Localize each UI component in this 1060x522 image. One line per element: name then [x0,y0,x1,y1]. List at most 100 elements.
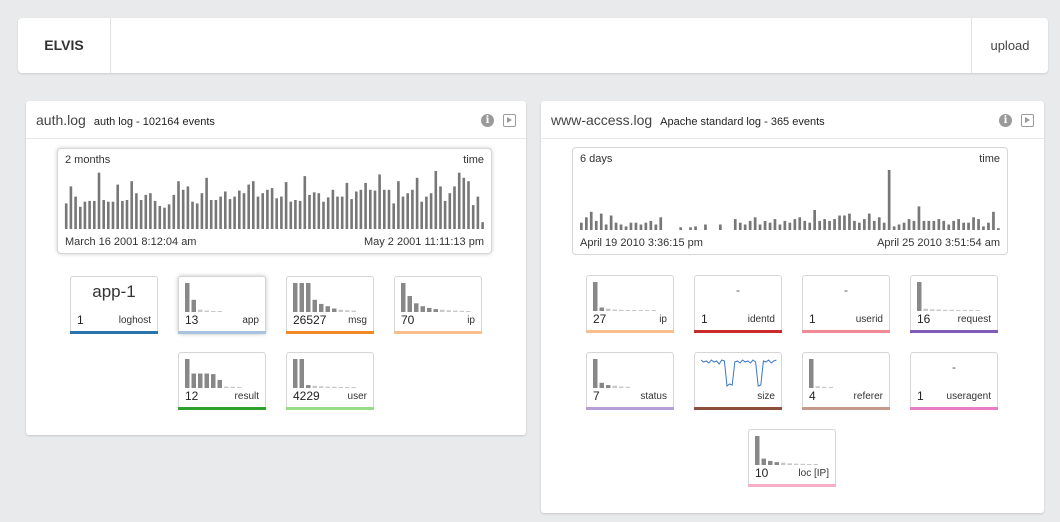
timeline-bar [992,211,995,230]
timeline-bar [373,190,377,229]
field-bar [936,309,941,311]
timeline-range-label: 6 days [580,153,613,165]
field-bar [319,386,324,388]
timeline-bar [853,220,856,230]
field-card-ip[interactable]: 27 ip [586,275,674,333]
field-color-bar [286,407,374,410]
field-histogram [401,283,471,312]
timeline-bar [644,222,648,230]
field-name: request [957,314,991,325]
timeline-bar [471,205,475,229]
play-icon[interactable] [1021,114,1034,128]
timeline-bar [719,224,722,230]
field-card-msg[interactable]: 26527 msg [286,276,374,334]
timeline-bar [997,228,1000,230]
field-card-status[interactable]: 7 status [586,352,674,410]
field-distinct-count: 12 [185,389,199,403]
field-distinct-count: 1 [917,389,924,403]
field-card-useragent[interactable]: - 1 useragent [910,352,998,410]
field-card-userid[interactable]: - 1 userid [802,275,890,333]
field-bar [204,373,209,388]
timeline-bar [867,213,871,230]
timeline-bar [303,176,307,229]
app-title[interactable]: ELVIS [18,18,111,73]
field-color-bar [178,407,266,410]
info-icon[interactable]: i [481,114,494,128]
field-bar [923,308,928,311]
size-sparkline [701,359,777,387]
timeline-bar [242,193,246,229]
timeline-bar [453,186,456,229]
field-name: identd [747,314,775,325]
field-bar [975,310,980,311]
field-bar [593,359,598,388]
timeline-bar [604,224,608,230]
field-distinct-count: 7 [593,389,600,403]
timeline-bar [135,193,138,229]
timeline-bar [107,201,110,229]
field-card-ip[interactable]: 70 ip [394,276,482,334]
field-card-referer[interactable]: 4 referer [802,352,890,410]
field-card-loghost[interactable]: app-1 1 loghost [70,276,158,334]
field-card-result[interactable]: 12 result [178,352,266,410]
timeline-bar [798,217,802,230]
timeline-bar [942,220,946,230]
field-bar [293,359,298,388]
field-color-bar [802,407,890,410]
field-bar [930,309,935,311]
field-bar [446,310,451,312]
timeline-bar [917,206,921,230]
timeline-bar [654,224,658,230]
field-color-bar [694,407,782,410]
timeline-bar [434,171,438,229]
field-bar [800,463,805,465]
timeline-bar [345,182,349,229]
field-bar [969,310,974,311]
timeline-bar [289,201,293,229]
timeline-bar [425,196,428,229]
field-bar [306,283,311,312]
field-histogram [185,283,222,312]
field-card-request[interactable]: 16 request [910,275,998,333]
field-card-identd[interactable]: - 1 identd [694,275,782,333]
timeline-bar [793,219,797,230]
timeline-bar [411,189,414,229]
field-bar [211,374,216,388]
timeline-bar [589,211,593,230]
log-name: auth.log [36,112,86,128]
timeline[interactable]: 6 days time April 19 2010 3:36:15 pm Apr… [572,147,1008,255]
timeline[interactable]: 2 months time March 16 2001 8:12:04 am M… [57,148,492,254]
timeline-bar [219,196,222,229]
timeline-bar [102,200,105,229]
field-bar [332,386,337,388]
timeline-bar [331,189,335,229]
field-card-app[interactable]: 13 app [178,276,266,334]
timeline-bar [783,220,787,230]
field-card-loc-ip[interactable]: 10 loc [IP] [748,429,836,487]
field-bar [466,311,471,312]
play-icon[interactable] [503,114,516,128]
timeline-bar [153,200,157,229]
timeline-bar [982,226,985,230]
timeline-bar [116,184,119,229]
field-card-user[interactable]: 4229 user [286,352,374,410]
field-bar [813,464,818,465]
timeline-histogram [64,171,484,229]
timeline-bar [233,196,236,229]
field-bar [217,311,222,312]
field-name: result [234,391,259,402]
timeline-bar [163,207,166,229]
timeline-histogram [580,170,1000,230]
timeline-bar [228,199,232,229]
field-bar [185,359,190,388]
timeline-end: May 2 2001 11:11:13 pm [363,236,484,248]
field-card-size[interactable]: size [694,352,782,410]
timeline-bar [704,224,707,230]
field-bar [632,310,637,311]
upload-button[interactable]: upload [971,18,1048,73]
info-icon[interactable]: i [999,114,1012,128]
field-name: status [640,391,667,402]
timeline-bar [833,219,836,230]
log-description: auth log - 102164 events [93,116,215,128]
field-color-bar [694,330,782,333]
